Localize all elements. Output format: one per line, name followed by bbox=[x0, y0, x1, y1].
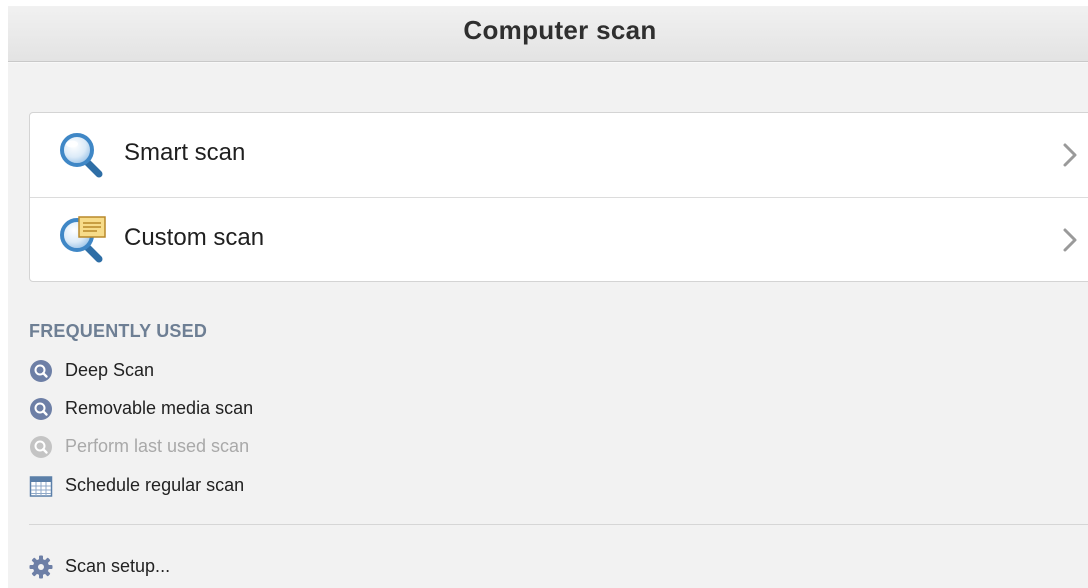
search-circle-icon bbox=[30, 360, 52, 382]
chevron-right-icon bbox=[1063, 143, 1077, 167]
magnifier-icon bbox=[60, 133, 103, 178]
title-bar: Computer scan bbox=[8, 6, 1088, 62]
schedule-regular-scan-label: Schedule regular scan bbox=[65, 475, 245, 495]
custom-scan-label: Custom scan bbox=[124, 224, 265, 251]
frequently-used-heading: FREQUENTLY USED bbox=[29, 321, 208, 341]
chevron-right-icon bbox=[1063, 228, 1077, 252]
scan-setup-label: Scan setup... bbox=[65, 556, 171, 576]
scan-options-card: Smart scan Custom scan bbox=[29, 112, 1088, 282]
gear-icon bbox=[29, 555, 53, 579]
smart-scan-row[interactable]: Smart scan bbox=[30, 113, 1088, 198]
custom-scan-row[interactable]: Custom scan bbox=[30, 198, 1088, 282]
search-circle-icon bbox=[30, 398, 52, 420]
perform-last-used-scan-label: Perform last used scan bbox=[65, 436, 250, 456]
smart-scan-label: Smart scan bbox=[124, 139, 246, 166]
window-title: Computer scan bbox=[463, 15, 657, 45]
deep-scan-label: Deep Scan bbox=[65, 360, 155, 380]
magnifier-note-icon bbox=[60, 216, 106, 263]
section-divider bbox=[29, 524, 1088, 525]
calendar-icon bbox=[29, 476, 53, 497]
search-circle-icon bbox=[30, 436, 52, 458]
removable-media-scan-label: Removable media scan bbox=[65, 398, 254, 418]
computer-scan-window: Computer scan Smart scan Custom scan FRE… bbox=[8, 6, 1088, 588]
